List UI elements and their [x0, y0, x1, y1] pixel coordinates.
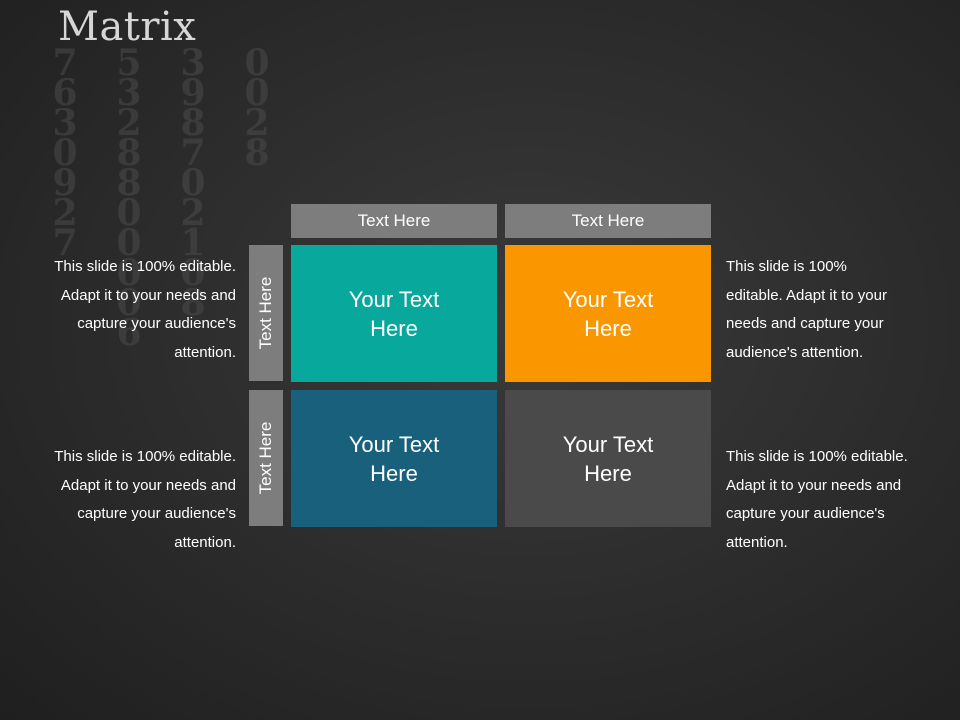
- row-header-2-label: Text Here: [256, 421, 275, 495]
- description-top-left: This slide is 100% editable. Adapt it to…: [54, 258, 236, 361]
- matrix-cell-top-left: Your Text Here: [291, 245, 497, 382]
- column-header-2: Text Here: [505, 204, 711, 238]
- matrix-cell-text: Your Text Here: [348, 286, 440, 341]
- matrix-cell-text: Your Text Here: [562, 431, 654, 486]
- row-header-2: Text Here: [249, 390, 283, 526]
- column-header-1: Text Here: [291, 204, 497, 238]
- matrix-cell-bottom-right: Your Text Here: [505, 390, 711, 527]
- description-top-right: This slide is 100% editable. Adapt it to…: [726, 258, 887, 361]
- row-header-1-label: Text Here: [256, 276, 275, 350]
- description-bottom-right: This slide is 100% editable. Adapt it to…: [726, 448, 908, 551]
- matrix-cell-top-right: Your Text Here: [505, 245, 711, 382]
- matrix-cell-bottom-left: Your Text Here: [291, 390, 497, 527]
- matrix-cell-text: Your Text Here: [562, 286, 654, 341]
- page-title: Matrix: [58, 4, 197, 50]
- description-bottom-left: This slide is 100% editable. Adapt it to…: [54, 448, 236, 551]
- matrix-cell-text: Your Text Here: [348, 431, 440, 486]
- row-header-1: Text Here: [249, 245, 283, 381]
